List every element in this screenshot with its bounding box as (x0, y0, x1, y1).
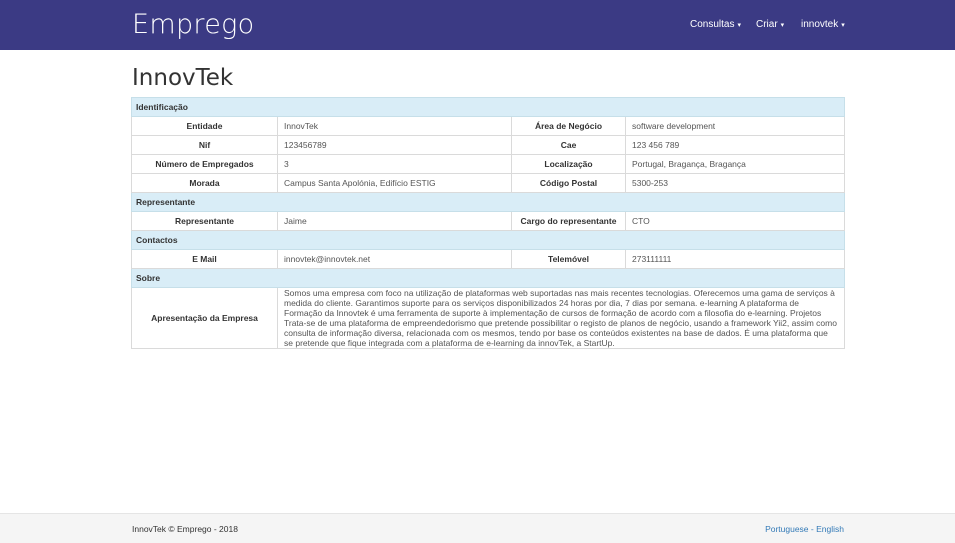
table-row: Número de Empregados 3 Localização Portu… (131, 154, 846, 174)
field-label: Telemóvel (511, 249, 626, 269)
lang-separator: - (808, 524, 817, 534)
field-value: 3 (277, 154, 512, 174)
brand-logo[interactable]: Emprego (132, 11, 254, 39)
table-row: Representante Jaime Cargo do representan… (131, 211, 846, 231)
company-description: Somos uma empresa com foco na utilização… (276, 287, 846, 349)
nav-criar-dropdown[interactable]: Criar ▾ (756, 19, 784, 32)
nav-user-dropdown[interactable]: innovtek ▾ (801, 19, 845, 32)
field-value: CTO (624, 211, 846, 231)
table-row: Entidade InnovTek Área de Negócio softwa… (131, 116, 846, 136)
field-label: Cae (511, 135, 626, 155)
section-header-contactos: Contactos (130, 230, 846, 250)
footer-copyright: InnovTek © Emprego - 2018 (132, 524, 238, 534)
field-label: Número de Empregados (131, 154, 278, 174)
section-title: Identificação (130, 97, 846, 117)
footer: InnovTek © Emprego - 2018 Portuguese - E… (0, 513, 955, 543)
chevron-down-icon: ▾ (780, 22, 785, 29)
language-switcher: Portuguese - English (765, 524, 844, 534)
table-row: Apresentação da Empresa Somos uma empres… (131, 287, 846, 349)
field-value: 123 456 789 (624, 135, 846, 155)
field-label: Código Postal (511, 173, 626, 193)
section-title: Sobre (130, 268, 846, 288)
field-value: 273111111 (624, 249, 846, 269)
table-row: Nif 123456789 Cae 123 456 789 (131, 135, 846, 155)
field-value: innovtek@innovtek.net (277, 249, 512, 269)
field-label: Morada (131, 173, 278, 193)
section-header-identificacao: Identificação (130, 97, 846, 117)
field-value: Portugal, Bragança, Bragança (624, 154, 846, 174)
table-row: Morada Campus Santa Apolónia, Edifício E… (131, 173, 846, 193)
section-header-sobre: Sobre (130, 268, 846, 288)
nav-criar-label: Criar (756, 19, 778, 30)
field-value: Campus Santa Apolónia, Edifício ESTIG (277, 173, 512, 193)
field-value: 5300-253 (624, 173, 846, 193)
section-title: Contactos (130, 230, 846, 250)
field-value: Jaime (277, 211, 512, 231)
section-title: Representante (130, 192, 846, 212)
lang-portuguese-link[interactable]: Portuguese (765, 524, 808, 534)
field-value: software development (624, 116, 846, 136)
field-label: Área de Negócio (511, 116, 626, 136)
nav-consultas-label: Consultas (690, 19, 735, 30)
section-header-representante: Representante (130, 192, 846, 212)
lang-english-link[interactable]: English (816, 524, 844, 534)
field-label: Apresentação da Empresa (131, 287, 278, 349)
navbar: Emprego Consultas ▾ Criar ▾ innovtek ▾ (0, 0, 955, 50)
field-label: Cargo do representante (511, 211, 626, 231)
field-label: Representante (131, 211, 278, 231)
field-value: InnovTek (277, 116, 512, 136)
field-label: E Mail (131, 249, 278, 269)
field-label: Localização (511, 154, 626, 174)
field-label: Entidade (131, 116, 278, 136)
field-value: 123456789 (277, 135, 512, 155)
nav-user-label: innovtek (801, 19, 839, 30)
page-title: InnovTek (132, 65, 234, 91)
table-row: E Mail innovtek@innovtek.net Telemóvel 2… (131, 249, 846, 269)
field-label: Nif (131, 135, 278, 155)
chevron-down-icon: ▾ (737, 22, 741, 29)
company-details-table: Identificação Entidade InnovTek Área de … (130, 97, 846, 349)
chevron-down-icon: ▾ (841, 22, 845, 29)
nav-consultas-dropdown[interactable]: Consultas ▾ (690, 19, 741, 32)
